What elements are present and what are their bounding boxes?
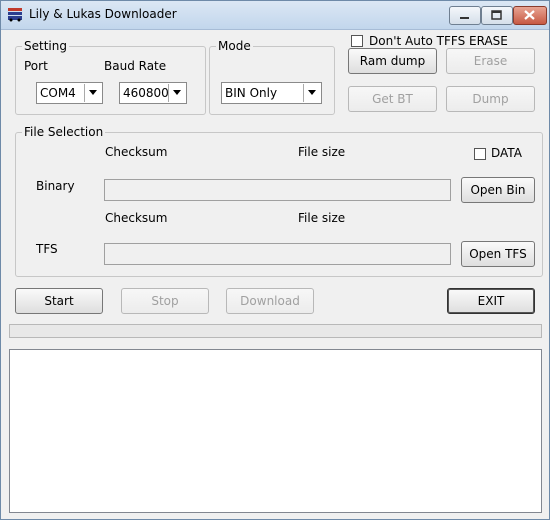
download-button[interactable]: Download [226, 288, 314, 314]
tfs-path-field[interactable] [104, 243, 451, 265]
minimize-button[interactable] [449, 6, 481, 25]
title-bar[interactable]: Lily & Lukas Downloader [1, 1, 549, 30]
binary-file-size-label: File size [298, 145, 346, 159]
baud-rate-label: Baud Rate [104, 59, 167, 73]
tfs-label: TFS [36, 242, 58, 256]
dump-button[interactable]: Dump [446, 86, 535, 112]
mode-select-value: BIN Only [225, 86, 278, 100]
ram-dump-button[interactable]: Ram dump [348, 48, 437, 74]
start-button[interactable]: Start [15, 288, 103, 314]
data-checkbox-label: DATA [491, 146, 522, 160]
no-tffs-erase-label: Don't Auto TFFS ERASE [369, 34, 508, 48]
port-dropdown-arrow[interactable] [84, 84, 101, 102]
close-button[interactable] [513, 6, 547, 25]
close-icon [524, 10, 535, 20]
mode-dropdown-arrow[interactable] [303, 84, 320, 102]
binary-label: Binary [36, 179, 75, 193]
tfs-file-size-label: File size [298, 211, 346, 225]
setting-group-title: Setting [22, 39, 69, 53]
data-checkbox[interactable] [474, 148, 486, 160]
maximize-button[interactable] [481, 6, 513, 25]
baud-rate-select-value: 460800 [123, 86, 169, 100]
window-title: Lily & Lukas Downloader [29, 7, 177, 21]
baud-rate-select[interactable]: 460800 [119, 82, 187, 104]
file-selection-group-title: File Selection [22, 125, 106, 139]
minimize-icon [460, 17, 469, 19]
stop-button[interactable]: Stop [121, 288, 209, 314]
get-bt-button[interactable]: Get BT [348, 86, 437, 112]
mode-group: Mode [209, 39, 335, 115]
open-bin-button[interactable]: Open Bin [461, 177, 535, 203]
app-icon [8, 8, 22, 22]
mode-group-title: Mode [216, 39, 253, 53]
port-select-value: COM4 [40, 86, 76, 100]
port-label: Port [24, 59, 48, 73]
port-select[interactable]: COM4 [36, 82, 103, 104]
chevron-down-icon [173, 90, 181, 95]
erase-button[interactable]: Erase [446, 48, 535, 74]
progress-bar [9, 324, 542, 338]
mode-select[interactable]: BIN Only [221, 82, 322, 104]
binary-checksum-label: Checksum [105, 145, 168, 159]
chevron-down-icon [308, 90, 316, 95]
main-window: Lily & Lukas Downloader Setting Port Bau… [0, 0, 550, 520]
log-output[interactable] [9, 349, 542, 513]
tfs-checksum-label: Checksum [105, 211, 168, 225]
chevron-down-icon [89, 90, 97, 95]
binary-path-field[interactable] [104, 179, 451, 201]
baud-rate-dropdown-arrow[interactable] [168, 84, 185, 102]
exit-button[interactable]: EXIT [447, 288, 535, 314]
maximize-icon [491, 10, 502, 20]
open-tfs-button[interactable]: Open TFS [461, 241, 535, 267]
no-tffs-erase-checkbox[interactable] [351, 35, 363, 47]
setting-group: Setting [15, 39, 206, 115]
